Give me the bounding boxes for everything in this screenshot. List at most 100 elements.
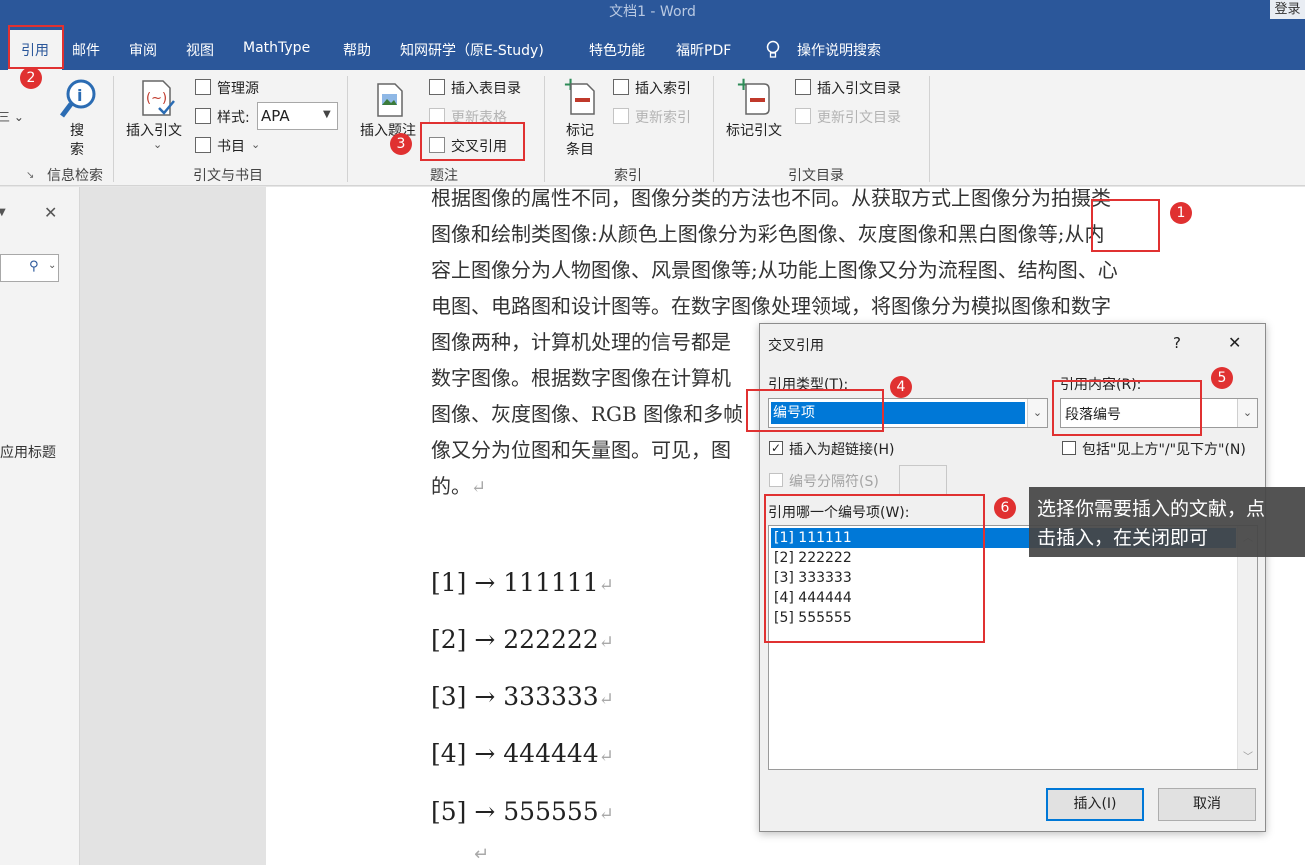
- step-badge: 2: [20, 67, 42, 89]
- svg-text:i: i: [77, 86, 82, 105]
- annotation-box: [1091, 199, 1160, 252]
- insert-caption-icon[interactable]: [375, 82, 405, 122]
- insert-button[interactable]: 插入(I): [1046, 788, 1144, 821]
- search-button-label-1[interactable]: 搜: [70, 120, 84, 140]
- group-divider: [929, 76, 930, 182]
- manage-sources-icon[interactable]: [195, 79, 211, 95]
- paragraph-mark: ↵: [474, 844, 490, 865]
- lightbulb-icon: [766, 40, 780, 64]
- bibliography-button[interactable]: 书目: [217, 136, 245, 156]
- reference-entry: [2] → 222222↵: [431, 625, 614, 654]
- cancel-button[interactable]: 取消: [1158, 788, 1256, 821]
- help-button[interactable]: ?: [1173, 334, 1181, 352]
- bibliography-icon[interactable]: [195, 137, 211, 153]
- paragraph-mark: ↵: [598, 632, 614, 653]
- window-title: 文档1 - Word: [609, 4, 696, 20]
- mark-citation-icon[interactable]: +: [736, 74, 776, 120]
- chevron-down-icon[interactable]: ⌄: [251, 138, 260, 151]
- list-scrollbar[interactable]: ︿ ﹀: [1237, 526, 1257, 769]
- tab-special-features[interactable]: 特色功能: [589, 40, 645, 60]
- insert-hyperlink-checkbox[interactable]: ✓: [769, 441, 783, 455]
- doc-line: 容上图像分为人物图像、风景图像等;从功能上图像又分为流程图、结构图、心: [431, 258, 1118, 282]
- chevron-down-icon: ▼: [323, 109, 331, 120]
- reference-entry: [5] → 555555↵: [431, 797, 614, 826]
- reference-text: [5] → 555555: [431, 797, 599, 826]
- reference-entry: [1] → 111111↵: [431, 568, 614, 597]
- insert-citation-icon[interactable]: (~): [137, 78, 177, 122]
- tab-cnki-estudy[interactable]: 知网研学（原E-Study): [400, 40, 544, 60]
- tab-review[interactable]: 审阅: [129, 40, 157, 60]
- paragraph-mark: ↵: [598, 804, 614, 825]
- svg-text:(~): (~): [146, 91, 167, 106]
- group-launcher-icon[interactable]: ↘: [26, 170, 34, 181]
- tab-foxit-pdf[interactable]: 福昕PDF: [676, 40, 731, 60]
- insert-table-of-figures-button[interactable]: 插入表目录: [451, 78, 521, 98]
- search-button-label-2[interactable]: 索: [70, 139, 84, 159]
- mark-entry-label-1[interactable]: 标记: [566, 120, 594, 140]
- group-divider: [544, 76, 545, 182]
- reference-entry: [4] → 444444↵: [431, 739, 614, 768]
- tooltip-line: 击插入，在关闭即可: [1037, 527, 1209, 549]
- insert-index-button[interactable]: 插入索引: [635, 78, 691, 98]
- instruction-tooltip: 选择你需要插入的文献，点 击插入，在关闭即可: [1029, 487, 1305, 557]
- document-margin: [80, 187, 266, 865]
- reference-entry: [3] → 333333↵: [431, 682, 614, 711]
- nav-heading-hint: 应用标题: [0, 445, 56, 461]
- ribbon: 三 ⌄ ↘ i 搜 索 信息检索 (~) 插入引文 ⌄ 管理源 样式: APA …: [0, 70, 1305, 186]
- search-info-icon[interactable]: i: [59, 78, 99, 124]
- chevron-down-icon[interactable]: ﹀: [1243, 748, 1253, 763]
- nav-search-input[interactable]: ⚲ ⌄: [0, 254, 59, 282]
- step-badge: 5: [1211, 367, 1233, 389]
- step-badge: 1: [1170, 202, 1192, 224]
- group-divider: [347, 76, 348, 182]
- doc-line: 电图、电路图和设计图等。在数字图像处理领域，将图像分为模拟图像和数字: [431, 294, 1111, 318]
- annotation-box: [420, 122, 525, 161]
- doc-line: 像又分为位图和矢量图。可见，图: [431, 438, 731, 462]
- group-label-citations: 引文与书目: [193, 168, 263, 184]
- manage-sources-button[interactable]: 管理源: [217, 78, 259, 98]
- paragraph-mark: ↵: [471, 477, 487, 498]
- style-value: APA: [261, 107, 290, 125]
- tell-me-search[interactable]: 操作说明搜索: [797, 40, 881, 60]
- caret-down-icon[interactable]: ▼: [0, 207, 6, 218]
- style-select[interactable]: APA ▼: [257, 102, 338, 130]
- chevron-down-icon[interactable]: ⌄: [153, 138, 162, 151]
- insert-citation-button[interactable]: 插入引文: [126, 120, 182, 140]
- mark-entry-label-2[interactable]: 条目: [566, 139, 594, 159]
- insert-toa-icon[interactable]: [795, 79, 811, 95]
- doc-line: 根据图像的属性不同，图像分类的方法也不同。从获取方式上图像分为拍摄类: [431, 186, 1111, 210]
- mark-citation-button[interactable]: 标记引文: [726, 120, 782, 140]
- tab-mathtype[interactable]: MathType: [243, 40, 310, 56]
- update-index-icon: [613, 108, 629, 124]
- include-above-below-label: 包括"见上方"/"见下方"(N): [1082, 442, 1246, 458]
- insert-table-of-figures-icon[interactable]: [429, 79, 445, 95]
- tab-view[interactable]: 视图: [186, 40, 214, 60]
- reference-text: [3] → 333333: [431, 682, 599, 711]
- group-divider: [113, 76, 114, 182]
- group-divider: [713, 76, 714, 182]
- separate-numbers-checkbox: [769, 473, 783, 487]
- chevron-down-icon: ⌄: [48, 260, 57, 271]
- insert-toa-button[interactable]: 插入引文目录: [817, 78, 901, 98]
- close-icon[interactable]: ✕: [1228, 333, 1241, 352]
- tab-mailings[interactable]: 邮件: [72, 40, 100, 60]
- step-badge: 3: [390, 133, 412, 155]
- tooltip-line: 选择你需要插入的文献，点: [1037, 498, 1266, 520]
- insert-hyperlink-label: 插入为超链接(H): [789, 442, 895, 458]
- step-badge: 6: [994, 497, 1016, 519]
- login-button[interactable]: 登录: [1270, 0, 1305, 19]
- group-label-research: 信息检索: [47, 168, 103, 184]
- update-toa-button: 更新引文目录: [817, 110, 901, 126]
- doc-line: 图像两种，计算机处理的信号都是: [431, 330, 731, 354]
- chevron-down-icon[interactable]: 三 ⌄: [0, 108, 24, 125]
- mark-entry-icon[interactable]: +: [563, 74, 597, 120]
- include-above-below-checkbox[interactable]: [1062, 441, 1076, 455]
- insert-index-icon[interactable]: [613, 79, 629, 95]
- doc-line: 的。: [431, 474, 471, 498]
- close-icon[interactable]: ✕: [44, 203, 57, 222]
- reference-text: [2] → 222222: [431, 625, 599, 654]
- annotation-box: [746, 389, 884, 432]
- tab-help[interactable]: 帮助: [343, 40, 371, 60]
- doc-line: 图像、灰度图像、RGB 图像和多帧: [431, 402, 744, 426]
- dialog-title: 交叉引用: [768, 338, 824, 354]
